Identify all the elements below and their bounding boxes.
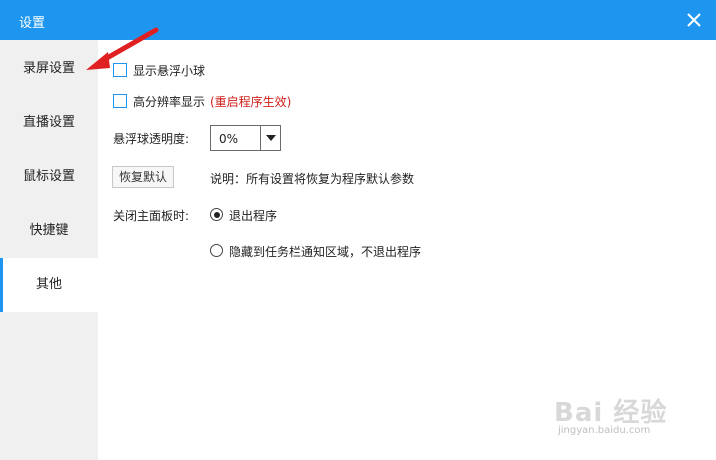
hidpi-checkbox[interactable] <box>113 94 127 108</box>
sidebar-item-mouse[interactable]: 鼠标设置 <box>0 150 98 204</box>
active-indicator <box>0 258 3 312</box>
close-panel-label: 关闭主面板时: <box>113 209 190 223</box>
close-button[interactable] <box>680 6 708 34</box>
radio-exit-program[interactable] <box>210 208 223 221</box>
sidebar-item-label: 快捷键 <box>29 223 69 238</box>
sidebar-item-label: 录屏设置 <box>22 61 75 76</box>
settings-panel: 显示悬浮小球 高分辨率显示 (重启程序生效) 悬浮球透明度: 0% 恢复默认 说… <box>98 40 716 460</box>
dropdown-arrow-icon <box>266 135 276 141</box>
reset-defaults-button[interactable]: 恢复默认 <box>112 166 174 188</box>
sidebar-item-other[interactable]: 其他 <box>0 258 98 312</box>
close-icon <box>687 13 701 27</box>
sidebar-item-label: 直播设置 <box>22 115 75 130</box>
radio-hide-to-tray-label: 隐藏到任务栏通知区域，不退出程序 <box>229 245 422 259</box>
radio-exit-program-label: 退出程序 <box>229 209 278 223</box>
select-divider <box>260 126 261 150</box>
title-bar: 设置 <box>0 0 716 40</box>
sidebar: 录屏设置 直播设置 鼠标设置 快捷键 其他 <box>0 40 98 460</box>
sidebar-item-label: 鼠标设置 <box>22 169 75 184</box>
sidebar-item-label: 其他 <box>35 277 62 292</box>
opacity-label: 悬浮球透明度: <box>113 132 190 146</box>
sidebar-item-recording[interactable]: 录屏设置 <box>0 42 98 96</box>
radio-selected-dot <box>213 211 220 218</box>
floating-ball-label: 显示悬浮小球 <box>133 64 206 78</box>
radio-hide-to-tray[interactable] <box>210 244 223 257</box>
opacity-select[interactable]: 0% <box>210 125 281 151</box>
sidebar-item-live[interactable]: 直播设置 <box>0 96 98 150</box>
hidpi-label: 高分辨率显示 <box>133 95 206 109</box>
opacity-value: 0% <box>219 132 239 146</box>
sidebar-item-hotkeys[interactable]: 快捷键 <box>0 204 98 258</box>
reset-description: 说明：所有设置将恢复为程序默认参数 <box>210 172 415 186</box>
hidpi-restart-note: (重启程序生效) <box>210 95 292 109</box>
window-title: 设置 <box>19 16 46 31</box>
floating-ball-checkbox[interactable] <box>113 63 127 77</box>
